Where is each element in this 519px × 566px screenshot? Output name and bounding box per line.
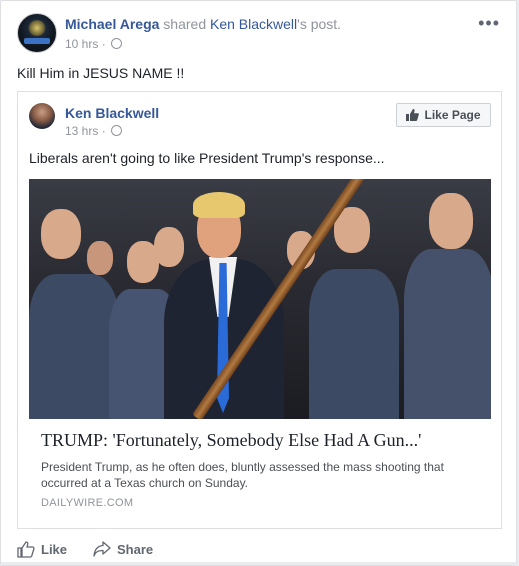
trump-hair bbox=[193, 192, 245, 218]
author-avatar[interactable] bbox=[17, 13, 57, 53]
cadet-head-right-2 bbox=[429, 193, 473, 249]
thumbs-up-icon bbox=[406, 109, 420, 121]
post-meta: 10 hrs · bbox=[65, 37, 123, 51]
like-button[interactable]: Like bbox=[17, 541, 67, 558]
cadet-figure-left bbox=[29, 274, 119, 419]
cadet-head-left bbox=[41, 209, 81, 259]
shared-post: Ken Blackwell 13 hrs · Like Page Liberal… bbox=[17, 91, 502, 529]
share-label: Share bbox=[117, 541, 154, 557]
shared-author-name[interactable]: Ken Blackwell bbox=[65, 105, 159, 121]
shared-suffix: 's post. bbox=[297, 16, 342, 32]
post-status: Kill Him in JESUS NAME !! bbox=[17, 65, 185, 81]
cadet-figure-right-2 bbox=[404, 249, 491, 419]
shared-post-meta: 13 hrs · bbox=[65, 124, 123, 138]
like-page-button[interactable]: Like Page bbox=[396, 103, 491, 127]
post-actions: Like Share bbox=[17, 541, 502, 561]
cadet-head-4 bbox=[87, 241, 113, 275]
cadet-figure-right-1 bbox=[309, 269, 399, 419]
avatar-band bbox=[24, 38, 50, 44]
post-header: Michael Arega shared Ken Blackwell's pos… bbox=[65, 16, 341, 32]
share-arrow-icon bbox=[93, 541, 111, 557]
avatar-emblem bbox=[27, 20, 47, 36]
like-page-label: Like Page bbox=[424, 108, 481, 122]
shared-author-link[interactable]: Ken Blackwell bbox=[210, 16, 297, 32]
author-name[interactable]: Michael Arega bbox=[65, 16, 159, 32]
shared-post-time[interactable]: 13 hrs bbox=[65, 124, 98, 138]
post-time[interactable]: 10 hrs bbox=[65, 37, 98, 51]
link-preview-image[interactable] bbox=[29, 179, 491, 419]
more-options-icon[interactable]: ••• bbox=[478, 13, 500, 34]
card-bottom-border bbox=[1, 562, 516, 565]
shared-post-status: Liberals aren't going to like President … bbox=[29, 150, 385, 166]
share-button[interactable]: Share bbox=[93, 541, 153, 557]
thumbs-up-icon bbox=[17, 541, 35, 558]
shared-author-avatar[interactable] bbox=[29, 103, 55, 129]
globe-icon bbox=[111, 125, 123, 136]
link-domain[interactable]: DAILYWIRE.COM bbox=[41, 497, 133, 509]
cadet-head-3 bbox=[154, 227, 184, 267]
post-card: Michael Arega shared Ken Blackwell's pos… bbox=[0, 0, 517, 566]
like-label: Like bbox=[41, 542, 68, 557]
shared-text: shared bbox=[159, 16, 210, 32]
globe-icon bbox=[111, 38, 123, 49]
link-title[interactable]: TRUMP: 'Fortunately, Somebody Else Had A… bbox=[41, 430, 421, 451]
link-description[interactable]: President Trump, as he often does, blunt… bbox=[41, 459, 481, 491]
